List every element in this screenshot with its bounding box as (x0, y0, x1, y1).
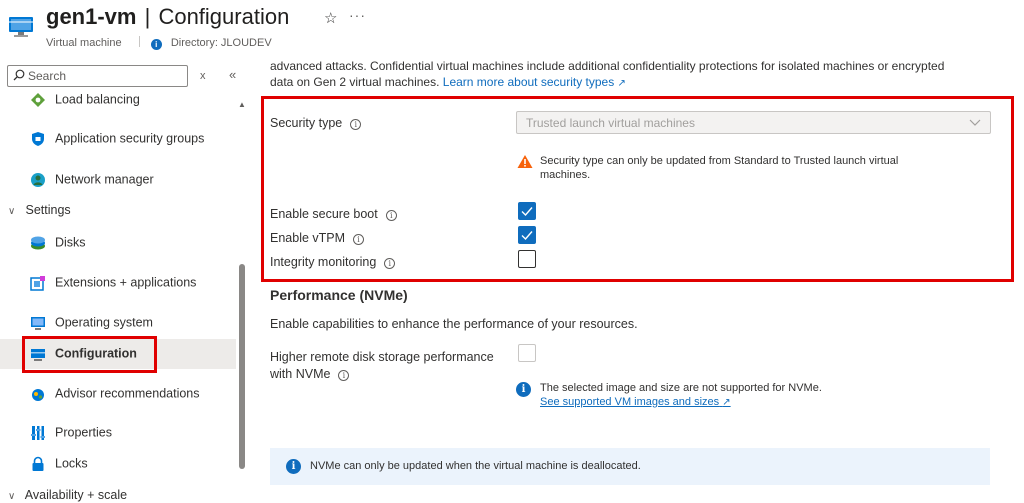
secure-boot-label: Enable secure boot i (270, 207, 397, 221)
vtpm-label: Enable vTPM i (270, 231, 365, 245)
sidebar-item-application-security-groups[interactable]: Application security groups (0, 118, 236, 160)
sidebar-item-label: Load balancing (55, 92, 140, 107)
info-icon[interactable]: i (385, 210, 397, 221)
group-label: Availability + scale (24, 488, 128, 502)
lock-icon (32, 456, 44, 471)
directory-label: Directory: JLOUDEV (170, 37, 272, 49)
vtpm-checkbox[interactable] (518, 226, 536, 244)
chevron-down-icon (969, 119, 981, 126)
sidebar-item-disks[interactable]: Disks (0, 228, 236, 258)
sidebar-item-label: Application security groups (55, 131, 205, 146)
disks-icon (31, 236, 45, 250)
sidebar-item-label: Locks (55, 456, 88, 471)
security-type-value: Trusted launch virtual machines (526, 116, 695, 130)
performance-section-title: Performance (NVMe) (270, 287, 408, 303)
page-header: gen1-vm | Configuration ☆ ··· Virtual ma… (0, 0, 1024, 56)
advisor-icon (32, 389, 44, 401)
scroll-up-arrow-icon[interactable]: ▲ (238, 100, 246, 109)
sidebar-item-advisor-recommendations[interactable]: Advisor recommendations (0, 373, 236, 415)
collapse-sidebar-button[interactable]: « (229, 67, 236, 82)
page-subtitle: Virtual machine i Directory: JLOUDEV (46, 36, 272, 50)
search-icon (13, 69, 25, 81)
more-options-button[interactable]: ··· (349, 7, 366, 23)
info-icon: i (150, 39, 162, 50)
integrity-monitoring-label: Integrity monitoring i (270, 255, 396, 269)
link-text: See supported VM images and sizes (540, 396, 720, 408)
network-manager-icon (31, 173, 45, 187)
learn-more-security-link[interactable]: Learn more about security types (443, 75, 614, 89)
sidebar-scrollbar[interactable]: ▲ (238, 100, 246, 500)
info-icon[interactable]: i (350, 119, 362, 130)
sidebar-item-label: Disks (55, 235, 86, 250)
checkmark-icon (521, 231, 533, 241)
clear-search-button[interactable]: x (200, 70, 206, 82)
performance-section-description: Enable capabilities to enhance the perfo… (270, 317, 638, 331)
sidebar-item-properties[interactable]: Properties (0, 418, 236, 448)
subtitle-divider (138, 36, 140, 47)
sidebar-group-settings[interactable]: ∨ Settings (8, 203, 71, 217)
nvme-checkbox[interactable] (518, 344, 536, 362)
vtpm-label-text: Enable vTPM (270, 231, 346, 245)
warning-text: Security type can only be updated from S… (540, 155, 899, 181)
info-icon[interactable]: i (353, 234, 365, 245)
operating-system-icon (31, 317, 45, 330)
extensions-icon (30, 276, 45, 291)
banner-text: NVMe can only be updated when the virtua… (310, 460, 641, 472)
load-balancing-icon (31, 93, 45, 107)
blade-name: Configuration (158, 4, 290, 29)
sidebar-item-label: Extensions + applications (55, 275, 197, 290)
title-separator: | (144, 4, 151, 29)
app-security-groups-icon (32, 132, 44, 146)
integrity-monitoring-checkbox[interactable] (518, 250, 536, 268)
info-icon: i (286, 459, 301, 474)
supported-vm-sizes-link[interactable]: See supported VM images and sizes ↗ (540, 396, 731, 408)
group-label: Settings (25, 203, 71, 217)
sidebar-item-extensions[interactable]: Extensions + applications (0, 262, 236, 304)
properties-icon (31, 426, 45, 440)
security-type-label-text: Security type (270, 116, 343, 130)
info-icon: i (516, 382, 531, 397)
secure-boot-label-text: Enable secure boot (270, 207, 378, 221)
external-link-icon: ↗ (722, 397, 731, 408)
warning-icon (517, 155, 533, 168)
nvme-label-text: Higher remote disk storage performance w… (270, 350, 494, 381)
checkmark-icon (521, 207, 533, 217)
sidebar-item-label: Properties (55, 425, 112, 440)
sidebar-item-locks[interactable]: Locks (0, 449, 236, 479)
sidebar-search-input[interactable]: Search (7, 65, 188, 87)
scrollbar-thumb[interactable] (239, 264, 245, 469)
virtual-machine-icon (9, 17, 33, 37)
sidebar-item-load-balancing[interactable]: Load balancing (0, 85, 236, 115)
sidebar-item-operating-system[interactable]: Operating system (0, 308, 236, 338)
security-type-label: Security type i (270, 116, 362, 130)
page-title: gen1-vm | Configuration (46, 4, 289, 30)
resource-type: Virtual machine (46, 37, 122, 49)
sidebar-item-label: Operating system (55, 315, 153, 330)
info-icon[interactable]: i (384, 258, 396, 269)
sidebar-item-label: Network manager (55, 172, 154, 187)
secure-boot-checkbox[interactable] (518, 202, 536, 220)
resource-name: gen1-vm (46, 4, 137, 29)
chevron-down-icon: ∨ (8, 206, 16, 217)
security-intro-text: advanced attacks. Confidential virtual m… (270, 58, 970, 92)
star-icon[interactable]: ☆ (324, 9, 337, 27)
sidebar-item-label: Advisor recommendations (55, 386, 200, 401)
info-banner: i NVMe can only be updated when the virt… (270, 448, 990, 485)
integrity-label-text: Integrity monitoring (270, 255, 377, 269)
security-type-dropdown[interactable]: Trusted launch virtual machines (516, 111, 991, 134)
nvme-label: Higher remote disk storage performance w… (270, 349, 510, 383)
nvme-note-text: The selected image and size are not supp… (540, 382, 822, 394)
sidebar: Search x « Load balancing Application se… (0, 60, 250, 503)
chevron-down-icon: ∨ (8, 491, 16, 502)
highlight-box-configuration (22, 336, 157, 373)
sidebar-group-availability[interactable]: ∨ Availability + scale (8, 488, 127, 502)
external-link-icon: ↗ (617, 78, 626, 89)
sidebar-item-network-manager[interactable]: Network manager (0, 165, 236, 195)
search-placeholder: Search (28, 69, 67, 83)
info-icon[interactable]: i (338, 370, 350, 381)
